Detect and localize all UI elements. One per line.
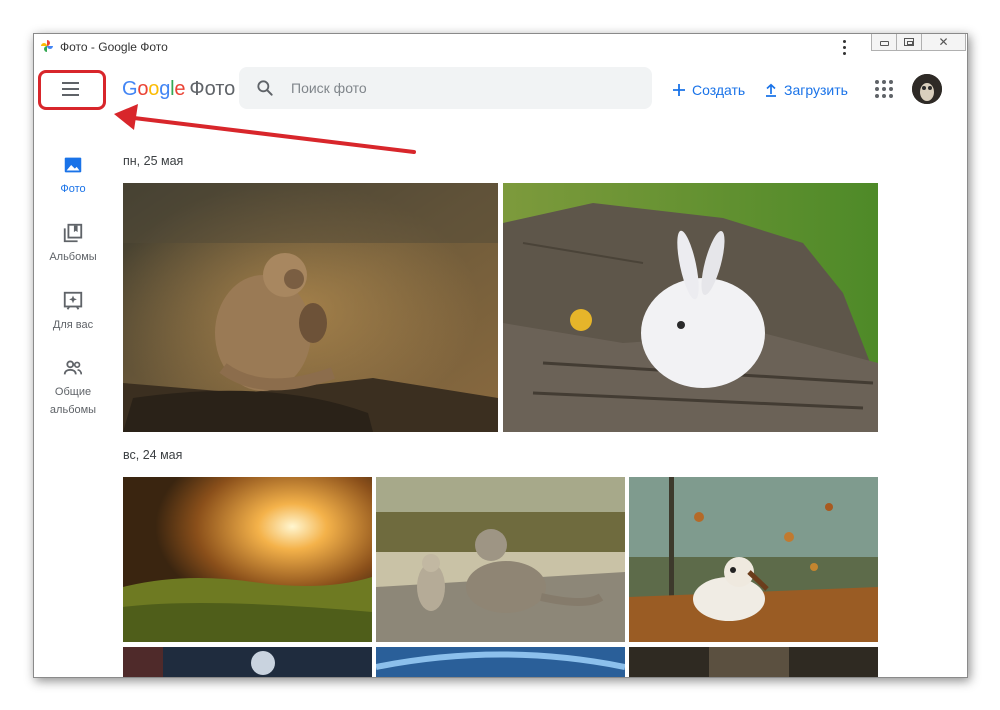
photo-icon [64,157,82,173]
hamburger-icon [61,82,79,84]
upload-button-label: Загрузить [784,82,848,98]
search-icon[interactable] [255,78,275,98]
minimize-button[interactable] [871,34,897,51]
logo-google-text: Google [122,78,186,100]
photo-monkey[interactable] [123,183,498,432]
app-window: Фото - Google Фото ✕ Google Фото Создать [33,33,968,678]
search-input[interactable] [291,80,621,96]
date-header-group-1: пн, 25 мая [123,154,184,168]
google-apps-icon[interactable] [875,80,893,98]
screenshot-page: Фото - Google Фото ✕ Google Фото Создать [0,0,1000,710]
minimize-icon [879,41,889,46]
logo-product-text: Фото [189,78,236,100]
date-header-group-2: вс, 24 мая [123,448,183,462]
google-photos-logo[interactable]: Google Фото [122,78,235,101]
more-options-icon[interactable] [837,38,851,56]
sidebar-item-photos[interactable]: Фото [34,154,112,198]
plus-icon [673,84,685,96]
search-bar[interactable] [239,67,652,109]
photo-partial-1[interactable] [123,647,372,677]
title-bar: Фото - Google Фото ✕ [34,34,967,60]
sidebar-item-for-you[interactable]: Для вас [34,290,112,334]
albums-icon [63,223,83,243]
maximize-icon [904,38,914,46]
sidebar-item-label: Для вас [52,319,94,331]
close-icon: ✕ [938,35,949,49]
sidebar-item-albums[interactable]: Альбомы [34,222,112,266]
photo-sunset-grass[interactable] [123,477,372,642]
sidebar-item-label: Общие альбомы [49,386,97,416]
for-you-icon [63,291,83,310]
maximize-button[interactable] [896,34,922,51]
photo-partial-2[interactable] [376,647,625,677]
sidebar-item-label: Фото [60,183,86,195]
shared-albums-icon [63,360,83,375]
create-button-label: Создать [692,82,746,98]
owl-avatar-image [912,74,942,104]
create-button[interactable]: Создать [672,80,745,100]
sidebar-item-label: Альбомы [49,251,97,263]
photo-cat-and-bird[interactable] [376,477,625,642]
photo-puppy-leaves[interactable] [629,477,878,642]
close-button[interactable]: ✕ [921,34,966,51]
upload-icon [766,83,776,97]
photo-partial-3[interactable] [629,647,878,677]
main-menu-button[interactable] [51,78,89,100]
google-photos-pinwheel-icon [41,40,53,52]
window-title: Фото - Google Фото [60,40,168,54]
sidebar-item-shared-albums[interactable]: Общие альбомы [34,357,112,419]
upload-button[interactable]: Загрузить [764,80,848,100]
photo-rabbit[interactable] [503,183,878,432]
account-avatar[interactable] [912,74,942,104]
